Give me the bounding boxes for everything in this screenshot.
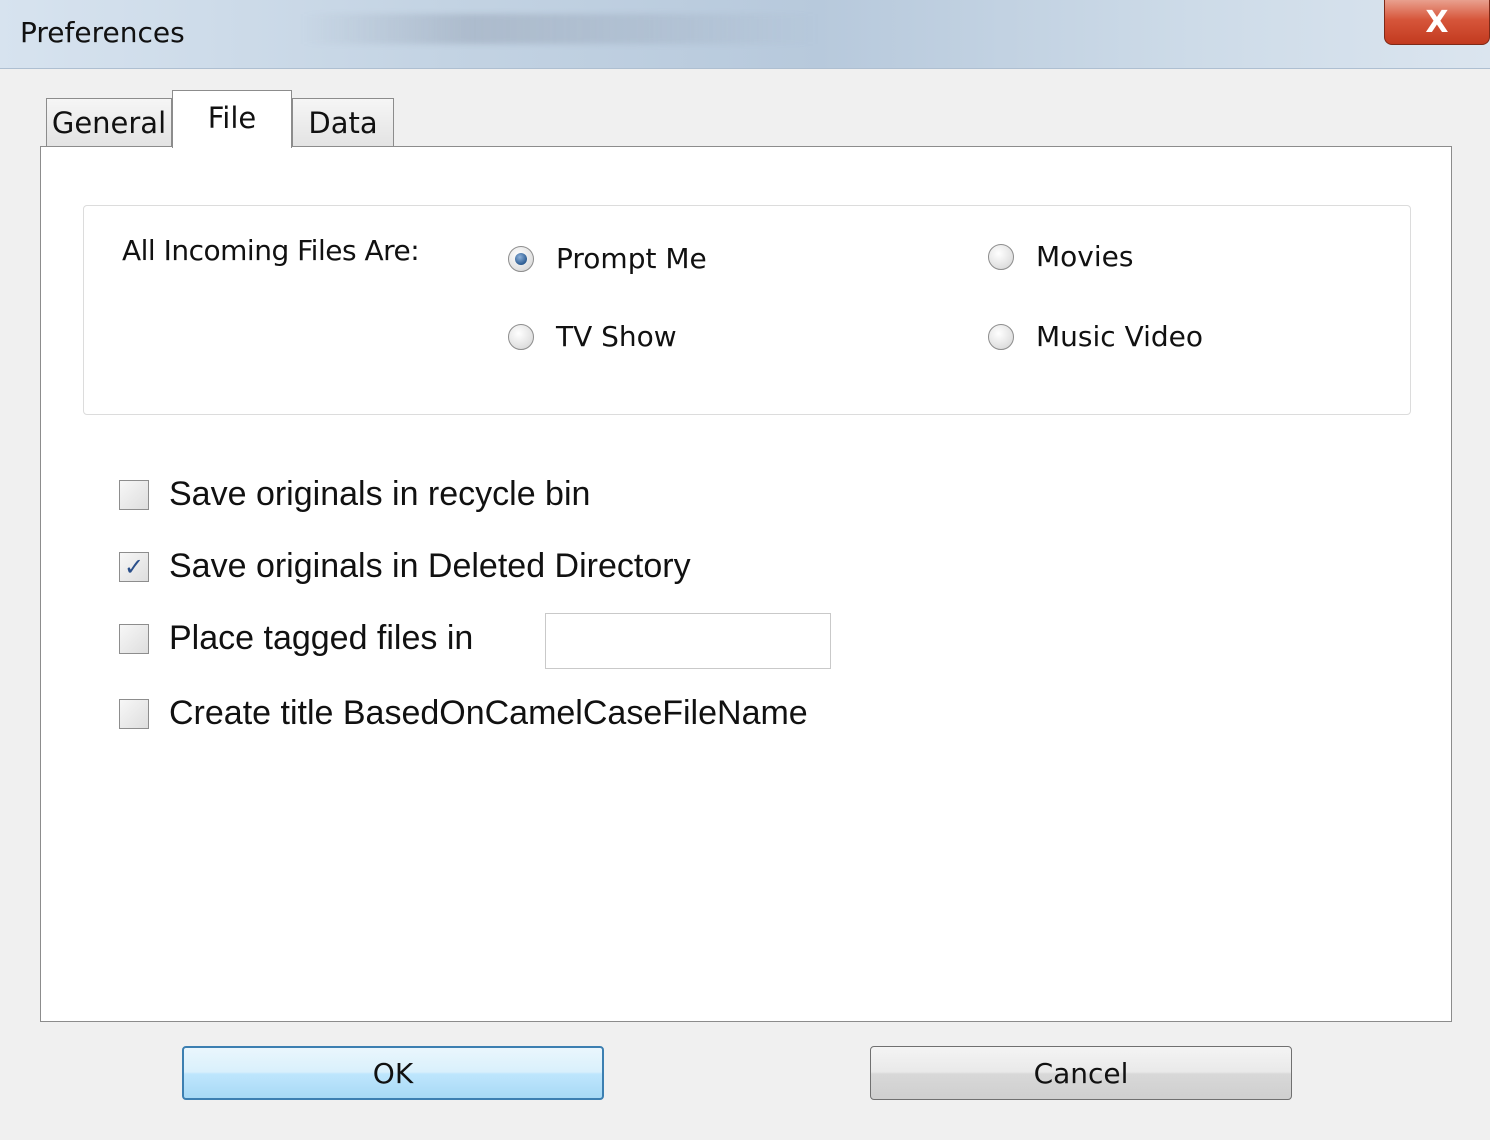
preferences-dialog: Preferences X General File Data All Inco… [0,0,1490,1140]
tab-label: File [207,101,257,135]
tab-data[interactable]: Data [292,98,394,146]
button-label: OK [372,1056,414,1090]
radio-label: TV Show [556,320,677,353]
title-bar[interactable]: Preferences X [0,0,1490,69]
option-place-tagged[interactable]: Place tagged files in [119,619,473,658]
checkbox-label: Save originals in Deleted Directory [169,547,691,585]
close-icon: X [1425,4,1449,40]
checkmark-icon: ✓ [123,552,145,581]
radio-music-video[interactable]: Music Video [988,320,1203,353]
radio-button-icon[interactable] [988,323,1014,350]
option-recycle-bin[interactable]: Save originals in recycle bin [119,475,590,514]
button-label: Cancel [1033,1056,1129,1090]
tab-label: General [51,105,167,140]
file-tab-panel: All Incoming Files Are: Prompt Me Movies… [40,146,1452,1022]
radio-prompt-me[interactable]: Prompt Me [508,242,707,275]
radio-movies[interactable]: Movies [988,240,1133,273]
incoming-files-label: All Incoming Files Are: [122,234,420,267]
radio-button-icon[interactable] [988,243,1014,270]
checkbox[interactable]: ✓ [119,551,149,582]
radio-tv-show[interactable]: TV Show [508,320,677,353]
tagged-folder-input[interactable] [545,613,831,669]
tab-label: Data [308,105,378,140]
checkbox[interactable] [119,623,149,654]
radio-label: Prompt Me [556,242,707,275]
background-window-blur [300,14,820,44]
ok-button[interactable]: OK [182,1046,604,1100]
checkbox[interactable] [119,698,149,729]
close-button[interactable]: X [1384,0,1490,45]
option-deleted-directory[interactable]: ✓ Save originals in Deleted Directory [119,547,691,586]
checkbox[interactable] [119,479,149,510]
tab-file[interactable]: File [172,90,292,148]
window-title: Preferences [20,16,185,49]
checkbox-label: Create title BasedOnCamelCaseFileName [169,694,808,732]
incoming-files-group: All Incoming Files Are: Prompt Me Movies… [83,205,1411,415]
cancel-button[interactable]: Cancel [870,1046,1292,1100]
radio-button-icon[interactable] [508,245,534,272]
checkbox-label: Save originals in recycle bin [169,475,591,513]
radio-label: Movies [1036,240,1134,273]
checkbox-label: Place tagged files in [169,619,474,657]
radio-button-icon[interactable] [508,323,534,350]
radio-label: Music Video [1036,320,1204,353]
radio-selected-dot [515,252,527,265]
option-camelcase-title[interactable]: Create title BasedOnCamelCaseFileName [119,694,808,733]
tab-general[interactable]: General [46,98,172,146]
